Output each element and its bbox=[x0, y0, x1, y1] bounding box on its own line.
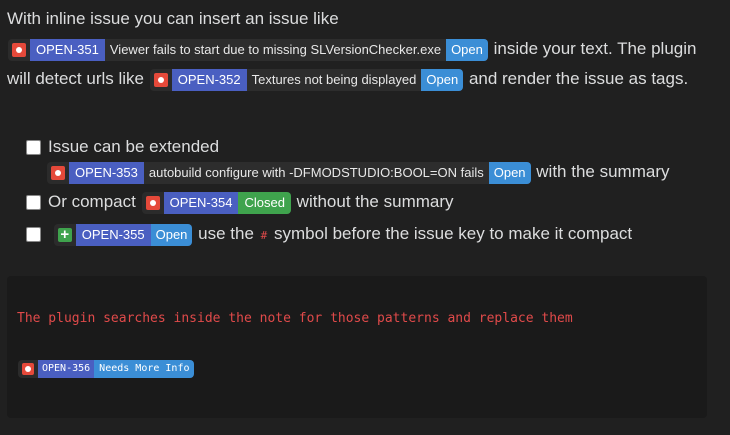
intro-text-3: and render the issue as tags. bbox=[468, 69, 689, 88]
issue-key: OPEN-354 bbox=[163, 191, 239, 214]
issue-status: Open bbox=[488, 161, 531, 184]
list-item-tail: with the summary bbox=[536, 162, 670, 181]
plus-icon: + bbox=[53, 223, 76, 246]
issue-status: Open bbox=[421, 68, 464, 91]
list-item: Issue can be extended bbox=[26, 136, 716, 158]
issue-tag-356[interactable]: OPEN-356 Needs More Info bbox=[18, 359, 195, 378]
note-view: With inline issue you can insert an issu… bbox=[0, 0, 730, 435]
issue-summary: Viewer fails to start due to missing SLV… bbox=[104, 38, 447, 61]
issue-status: Open bbox=[150, 223, 193, 246]
list-item: + OPEN-355 Open use the # symbol before … bbox=[26, 218, 716, 250]
issue-tag-353[interactable]: OPEN-353 autobuild configure with -DFMOD… bbox=[47, 161, 531, 184]
issue-summary: autobuild configure with -DFMODSTUDIO:BO… bbox=[143, 161, 489, 184]
intro-text-1: With inline issue you can insert an issu… bbox=[7, 9, 339, 28]
issue-tag-354[interactable]: OPEN-354 Closed bbox=[141, 191, 291, 214]
checklist: Issue can be extended OPEN-353 autobuild… bbox=[26, 136, 716, 250]
issue-key: OPEN-351 bbox=[30, 38, 105, 61]
list-item-label: Issue can be extended bbox=[48, 137, 220, 156]
bug-icon bbox=[18, 359, 38, 378]
list-item-continuation: OPEN-353 autobuild configure with -DFMOD… bbox=[26, 158, 716, 186]
intro-paragraph: With inline issue you can insert an issu… bbox=[7, 4, 707, 94]
checkbox[interactable] bbox=[26, 140, 41, 156]
issue-status: Open bbox=[446, 38, 488, 61]
issue-status: Closed bbox=[238, 191, 291, 214]
issue-key: OPEN-355 bbox=[75, 223, 151, 246]
code-block: The plugin searches inside the note for … bbox=[7, 276, 707, 418]
list-item: Or compact OPEN-354 Closed without the s… bbox=[26, 186, 716, 218]
bug-icon bbox=[149, 68, 172, 91]
list-item-label: Or compact bbox=[48, 192, 136, 211]
list-item-tail-a: use the bbox=[198, 224, 254, 243]
checkbox[interactable] bbox=[26, 195, 41, 211]
bug-icon bbox=[47, 161, 69, 184]
code-block-tag-row: OPEN-356 Needs More Info bbox=[17, 358, 195, 378]
issue-key: OPEN-356 bbox=[38, 359, 95, 378]
checkbox[interactable] bbox=[26, 227, 41, 243]
bug-icon bbox=[141, 191, 164, 214]
list-item-tail: without the summary bbox=[296, 192, 454, 211]
list-item-tail-b: symbol before the issue key to make it c… bbox=[274, 224, 633, 243]
issue-tag-355[interactable]: + OPEN-355 Open bbox=[53, 223, 193, 246]
bug-icon bbox=[8, 38, 30, 61]
issue-summary: Textures not being displayed bbox=[246, 68, 422, 91]
issue-tag-352[interactable]: OPEN-352 Textures not being displayed Op… bbox=[149, 68, 464, 91]
inline-code-hash: # bbox=[260, 229, 268, 242]
code-line: The plugin searches inside the note for … bbox=[17, 311, 573, 326]
issue-key: OPEN-353 bbox=[69, 161, 144, 184]
issue-key: OPEN-352 bbox=[171, 68, 247, 91]
issue-status: Needs More Info bbox=[94, 359, 195, 378]
issue-tag-351[interactable]: OPEN-351 Viewer fails to start due to mi… bbox=[8, 38, 488, 61]
